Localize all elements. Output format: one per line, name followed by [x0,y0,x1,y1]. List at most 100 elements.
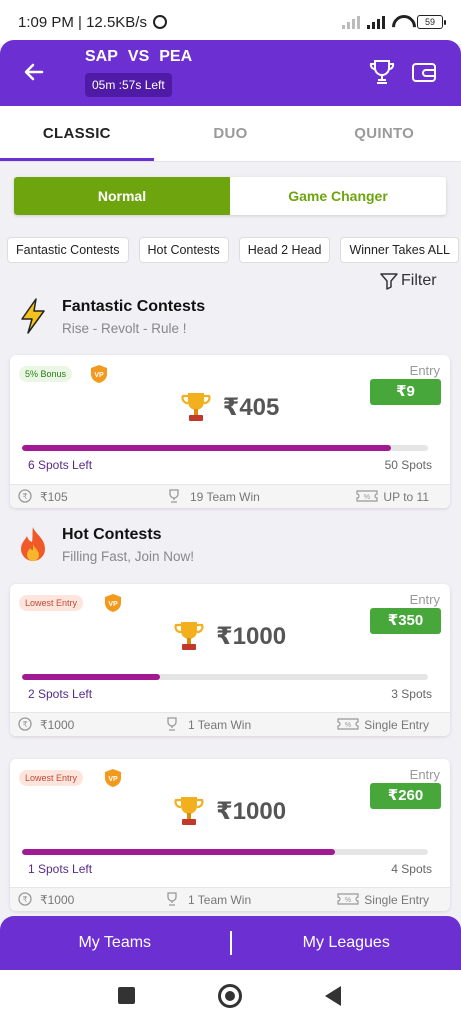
ticket-icon: % [337,893,359,905]
vs-label: VS [127,48,150,65]
spots-total: 3 Spots [391,687,432,701]
chip-winner-takes-all[interactable]: Winner Takes ALL [340,237,459,263]
category-chips: Fantastic Contests Hot Contests Head 2 H… [7,237,461,263]
contest-card[interactable]: Lowest Entry VP Entry ₹350 ₹1000 2 Spots… [10,584,450,736]
team1-name: SAP [85,48,118,65]
signal-icon-sim2 [367,15,385,29]
entry-label: Entry [409,592,440,607]
trophy-icon [174,622,204,650]
ticket-icon: % [337,718,359,730]
prize-amount: ₹1000 [215,797,287,825]
section-subtitle: Rise - Revolt - Rule ! [62,321,187,336]
section-fantastic-contests: Fantastic Contests Rise - Revolt - Rule … [18,298,205,336]
bottom-action-bar: My Teams My Leagues [0,916,461,970]
status-bar: 1:09 PM | 12.5KB/s 59 [0,0,461,44]
spots-progress-bar [22,849,428,855]
chip-head-2-head[interactable]: Head 2 Head [238,237,331,263]
svg-text:VP: VP [108,601,118,608]
team2-name: PEA [159,48,193,65]
contest-type-tabs: CLASSIC DUO QUINTO [0,106,461,162]
coin-icon: ₹ [18,892,32,906]
wifi-icon [392,15,410,29]
filter-icon [380,273,398,290]
section-subtitle: Filling Fast, Join Now! [62,549,195,564]
svg-text:₹: ₹ [22,895,27,904]
trophy-vs-icon[interactable] [368,58,396,86]
filter-label: Filter [401,272,437,289]
chip-fantastic-contests[interactable]: Fantastic Contests [7,237,129,263]
normal-mode-button[interactable]: Normal [14,177,230,215]
trophy-icon [181,393,211,421]
footer-entry-type: Single Entry [364,893,429,907]
game-changer-button[interactable]: Game Changer [230,177,446,215]
lightning-icon [21,298,45,334]
coin-icon: ₹ [18,717,32,731]
contest-card[interactable]: 5% Bonus VP Entry ₹9 ₹405 6 Spots Left 5… [10,355,450,508]
lowest-entry-badge: Lowest Entry [19,595,84,611]
footer-winners: 19 Team Win [190,490,260,504]
footer-entry-type: UP to 11 [383,490,429,504]
spots-progress-bar [22,674,428,680]
contest-card[interactable]: Lowest Entry VP Entry ₹260 ₹1000 1 Spots… [10,759,450,911]
svg-text:VP: VP [108,776,118,783]
signal-icon-sim1 [342,15,360,29]
lowest-entry-badge: Lowest Entry [19,770,84,786]
ticket-icon: % [356,490,378,502]
spots-left: 2 Spots Left [28,687,93,701]
filter-button[interactable]: Filter [380,272,437,290]
back-arrow-icon[interactable] [22,60,46,84]
mode-toggle: Normal Game Changer [14,177,446,215]
spots-progress-fill [22,674,161,680]
spots-progress-fill [22,445,392,451]
alarm-icon [152,15,167,29]
footer-entry-type: Single Entry [364,718,429,732]
status-time: 1:09 PM | 12.5KB/s [18,13,147,31]
spots-total: 4 Spots [391,862,432,876]
system-nav-bar [0,970,461,1024]
tab-duo[interactable]: DUO [154,106,308,161]
chip-hot-contests[interactable]: Hot Contests [138,237,229,263]
vp-shield-icon: VP [91,365,107,383]
match-title: SAP VS PEA [85,48,192,66]
card-footer: ₹ ₹105 19 Team Win % UP to 11 [10,484,450,508]
svg-text:₹: ₹ [22,492,27,501]
svg-text:%: % [345,722,351,729]
wallet-icon[interactable] [411,60,437,84]
home-icon[interactable] [218,984,242,1008]
svg-text:VP: VP [94,372,104,379]
prize-pool: ₹405 [10,391,450,423]
vp-shield-icon: VP [105,769,121,787]
small-trophy-icon [167,717,177,731]
my-teams-button[interactable]: My Teams [0,934,230,952]
footer-prize: ₹105 [40,490,68,504]
battery-icon: 59 [417,15,446,29]
spots-progress-fill [22,849,335,855]
tab-quinto[interactable]: QUINTO [307,106,461,161]
footer-winners: 1 Team Win [188,718,252,732]
svg-text:₹: ₹ [22,720,27,729]
svg-text:%: % [345,897,351,904]
tab-classic[interactable]: CLASSIC [0,106,154,161]
entry-label: Entry [409,363,440,378]
card-footer: ₹ ₹1000 1 Team Win % Single Entry [10,712,450,736]
spots-left: 6 Spots Left [28,458,93,472]
spots-left: 1 Spots Left [28,862,93,876]
coin-icon: ₹ [18,489,32,503]
section-title: Hot Contests [62,526,162,543]
recents-icon[interactable] [118,987,135,1004]
footer-prize: ₹1000 [40,893,75,907]
battery-level: 59 [424,17,435,27]
prize-pool: ₹1000 [10,795,450,827]
footer-prize: ₹1000 [40,718,75,732]
card-footer: ₹ ₹1000 1 Team Win % Single Entry [10,887,450,911]
vp-shield-icon: VP [105,594,121,612]
my-leagues-button[interactable]: My Leagues [232,934,461,952]
fire-icon [21,527,45,561]
footer-winners: 1 Team Win [188,893,252,907]
spots-total: 50 Spots [384,458,432,472]
prize-amount: ₹1000 [215,622,287,650]
prize-pool: ₹1000 [10,620,450,652]
section-hot-contests: Hot Contests Filling Fast, Join Now! [18,526,194,564]
back-icon[interactable] [325,986,341,1006]
svg-text:%: % [364,494,370,501]
